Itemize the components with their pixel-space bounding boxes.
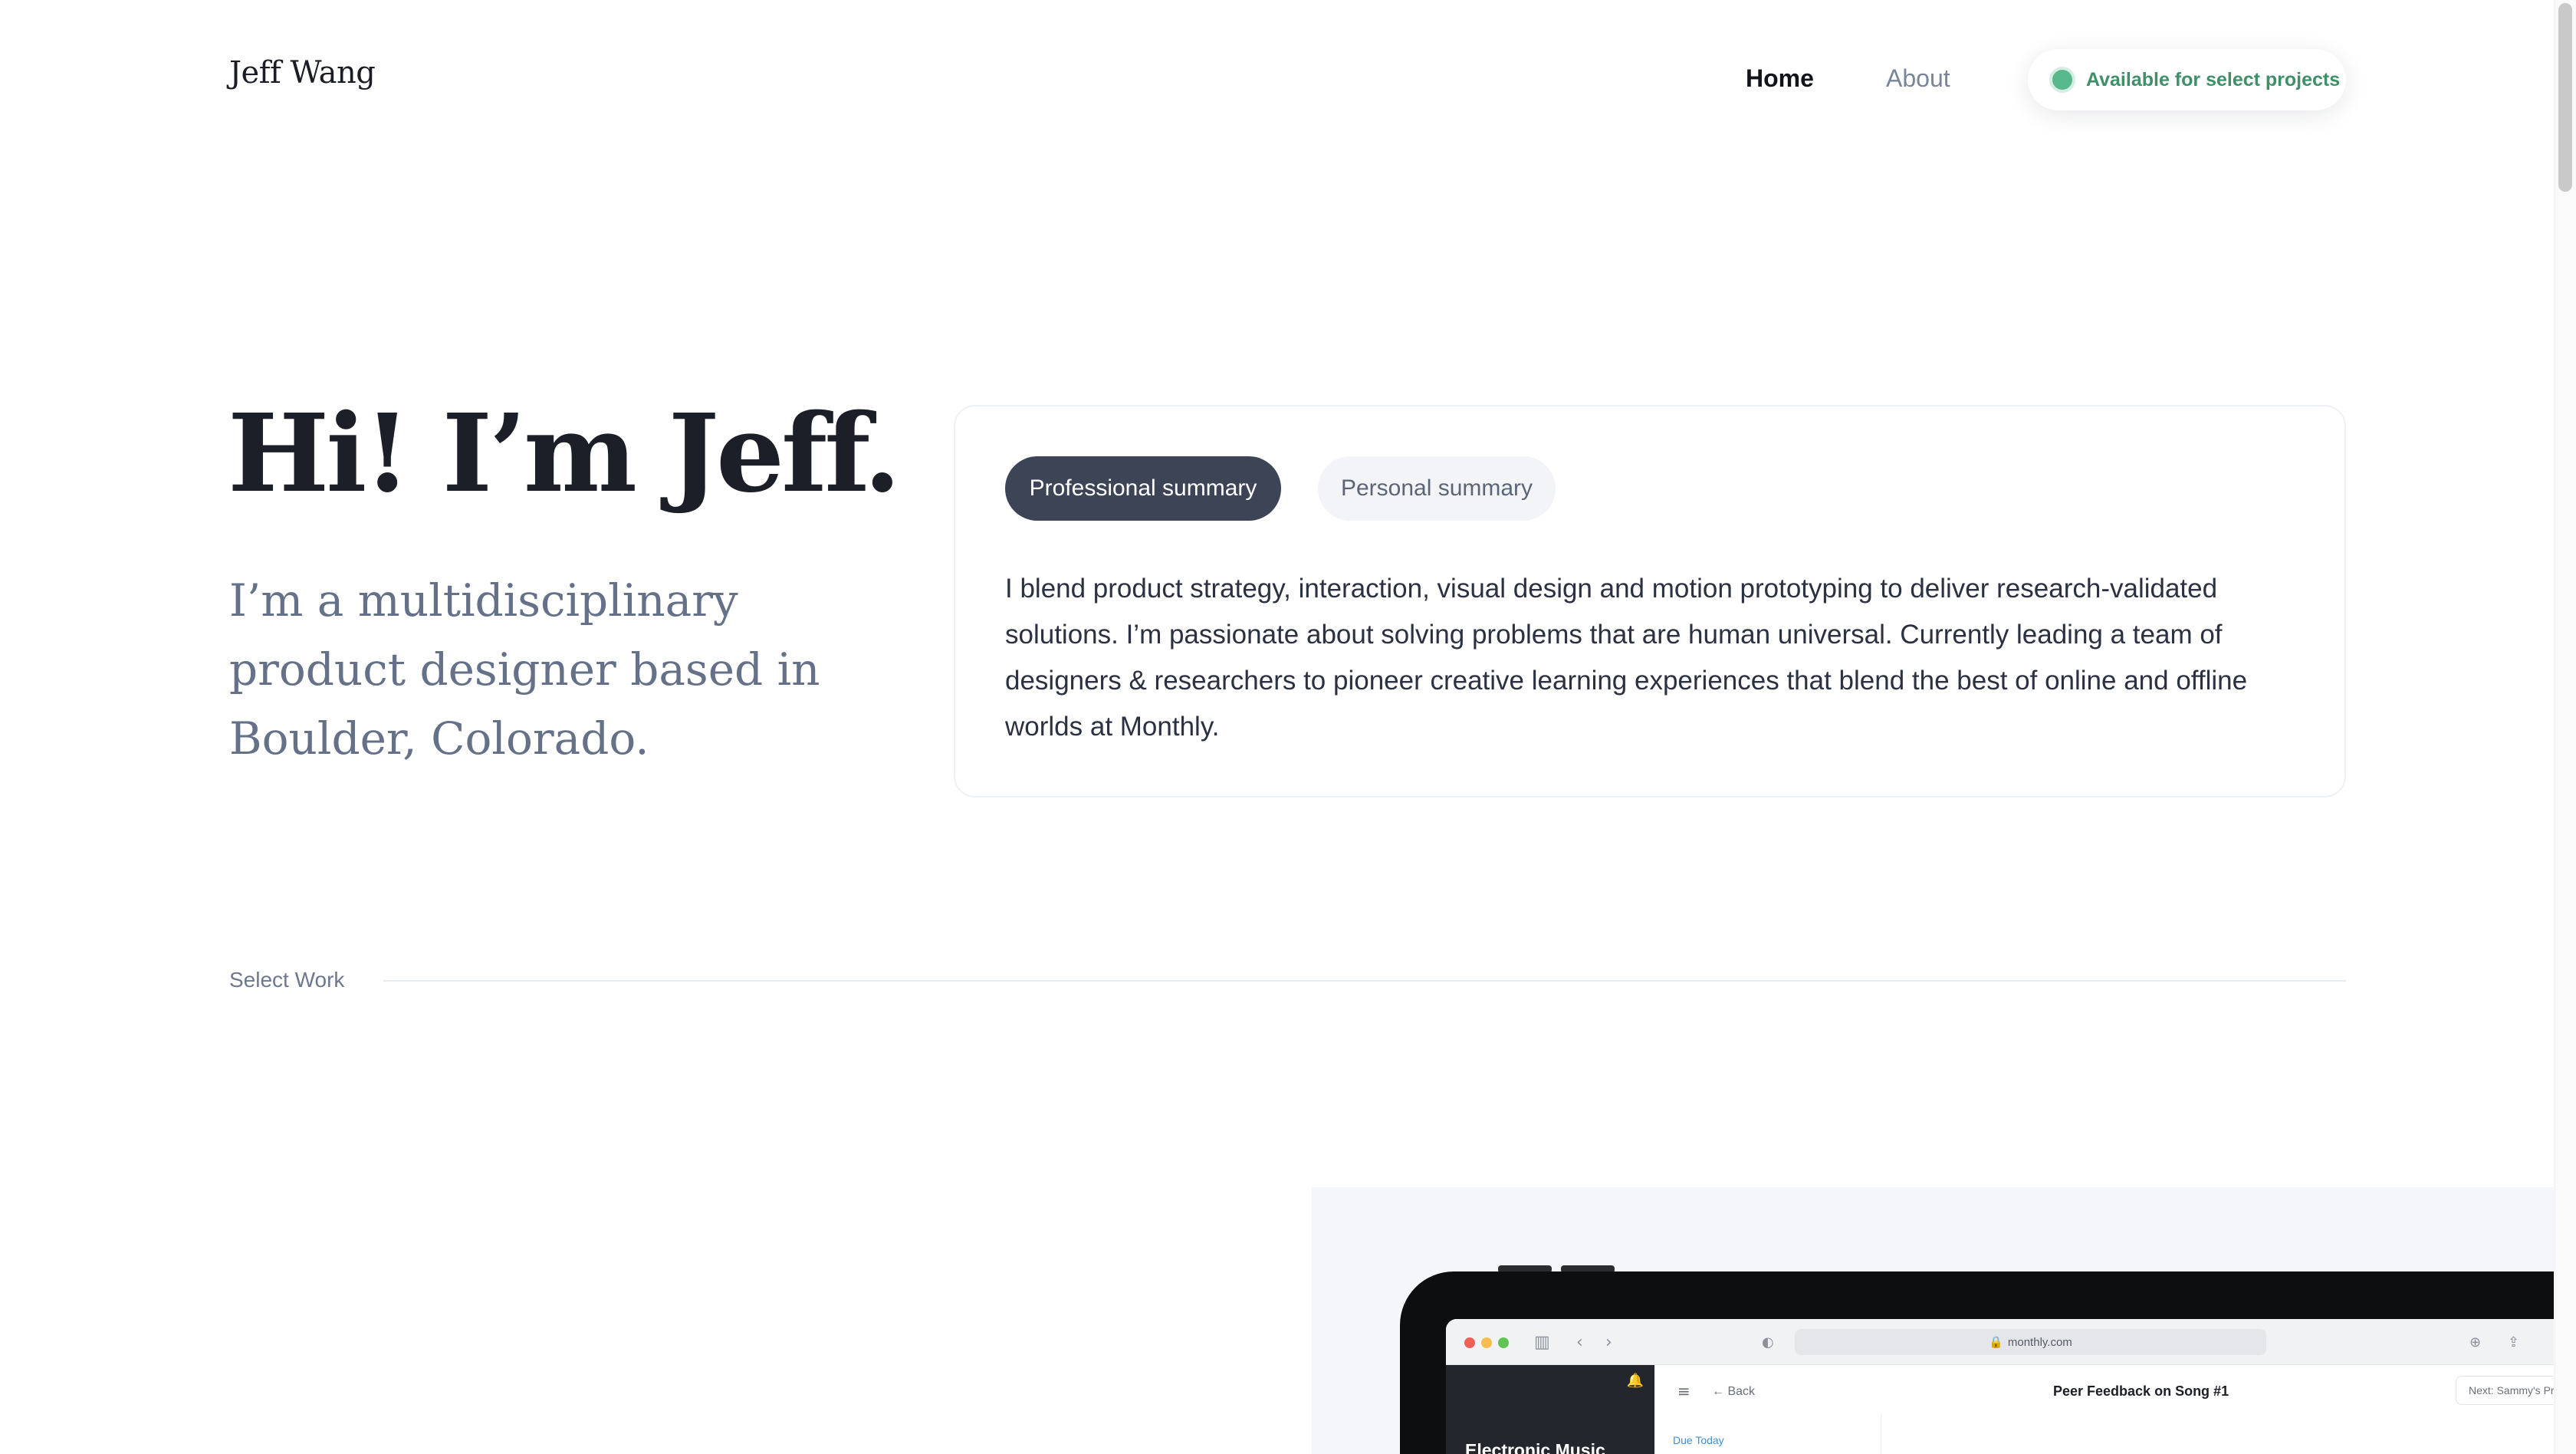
minimize-dot-icon [1481,1337,1492,1348]
nav-home[interactable]: Home [1746,64,1814,93]
download-icon: ⊕ [2469,1334,2482,1350]
site-logo[interactable]: Jeff Wang [229,55,376,90]
bell-icon: 🔔 [1626,1373,1644,1389]
address-text: monthly.com [2007,1335,2072,1349]
back-label: Back [1727,1385,1756,1398]
section-label-select-work: Select Work [229,968,345,992]
next-button: Next: Sammy's Proje [2456,1376,2554,1405]
availability-badge: Available for select projects [2028,49,2346,110]
address-bar: 🔒 monthly.com [1795,1329,2266,1355]
lock-icon: 🔒 [1989,1336,2003,1349]
scrollbar-thumb[interactable] [2558,3,2572,192]
sidebar-toggle-icon: ▥ [1534,1333,1550,1352]
menu-icon: ≡ [1677,1382,1691,1400]
availability-label: Available for select projects [2086,68,2341,90]
sidebar-course-title: Electronic Music [1465,1440,1605,1454]
back-link: ← Back [1712,1385,1756,1398]
device-screen: ▥ ‹ › ◐ 🔒 monthly.com ⊕ ⇪ 🔔 Electronic M… [1446,1319,2554,1454]
app-sidebar: 🔔 Electronic Music [1446,1365,1654,1454]
project-preview[interactable]: ▥ ‹ › ◐ 🔒 monthly.com ⊕ ⇪ 🔔 Electronic M… [1312,1187,2554,1454]
tab-personal-summary[interactable]: Personal summary [1318,456,1556,521]
summary-card: Professional summary Personal summary I … [954,405,2346,798]
scrollbar[interactable] [2555,0,2576,1454]
due-label: Due Today [1673,1434,1724,1446]
maximize-dot-icon [1498,1337,1509,1348]
browser-toolbar: ▥ ‹ › ◐ 🔒 monthly.com ⊕ ⇪ [1446,1319,2554,1365]
section-divider [383,980,2346,982]
shield-icon: ◐ [1762,1334,1774,1350]
preview-page-title: Peer Feedback on Song #1 [2053,1383,2229,1399]
app-main: ≡ ← Back Peer Feedback on Song #1 Next: … [1654,1365,2554,1454]
chevron-left-icon: ‹ [1576,1333,1583,1352]
hero-title: Hi! I’m Jeff. [228,391,901,517]
summary-text: I blend product strategy, interaction, v… [1005,574,2248,742]
share-icon: ⇪ [2508,1334,2520,1350]
close-dot-icon [1464,1337,1475,1348]
tab-professional-summary[interactable]: Professional summary [1005,456,1281,521]
status-dot-icon [2052,70,2072,90]
hero-subtitle: I’m a multidisciplinary product designer… [229,574,820,765]
chevron-right-icon: › [1605,1333,1612,1352]
nav-about[interactable]: About [1886,64,1950,93]
